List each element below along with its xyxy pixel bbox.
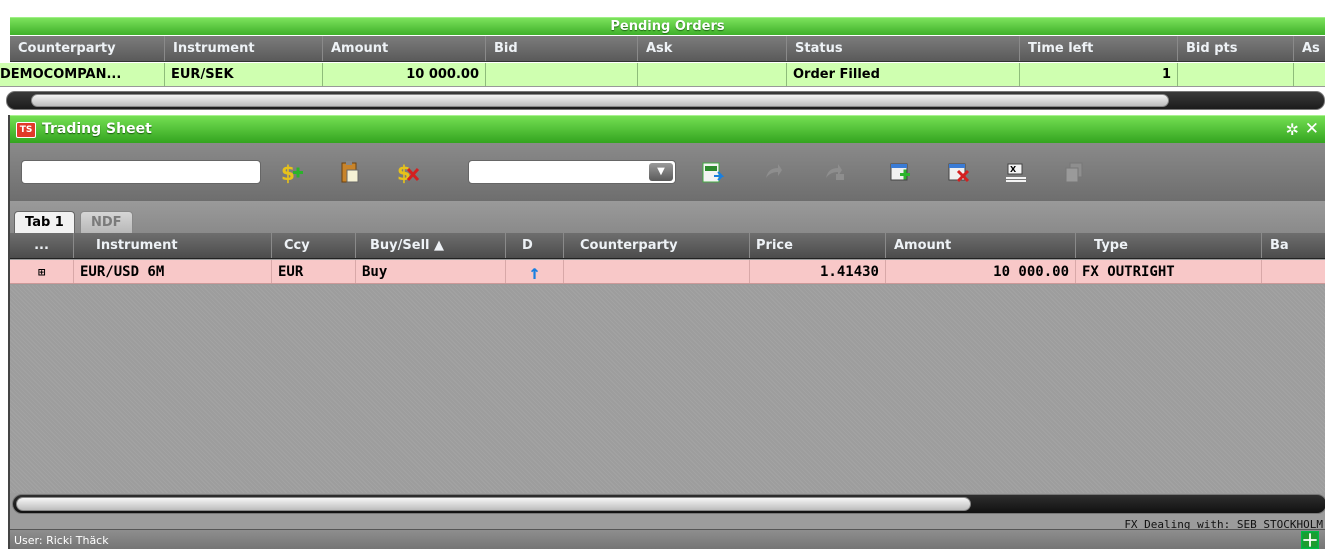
trade-row[interactable]: ⊞ EUR/USD 6M EUR Buy ↑ 1.41430 10 000.00… — [10, 260, 1325, 284]
cell-time-left: 1 — [1020, 63, 1178, 86]
col-counterparty[interactable]: Counterparty — [564, 233, 750, 258]
trading-sheet-body — [10, 285, 1325, 493]
copy-icon[interactable] — [1062, 160, 1086, 184]
col-instrument[interactable]: Instrument — [165, 36, 323, 61]
view-select[interactable]: ▼ — [468, 160, 676, 184]
col-amount[interactable]: Amount — [323, 36, 486, 61]
cell-bid — [486, 63, 638, 86]
col-ask-pts[interactable]: As — [1294, 36, 1325, 61]
svg-text:$: $ — [281, 161, 295, 184]
trading-sheet-header: ... Instrument Ccy Buy/Sell ▲ D Counterp… — [10, 233, 1325, 259]
up-arrow-icon: ↑ — [506, 260, 564, 283]
cell-counterparty — [564, 260, 750, 283]
trading-sheet-scrollbar[interactable] — [12, 494, 1325, 514]
cell-counterparty: DEMOCOMPAN... — [0, 63, 165, 86]
grid-icon[interactable] — [1301, 531, 1319, 549]
col-counterparty[interactable]: Counterparty — [10, 36, 165, 61]
svg-text:X: X — [1010, 165, 1017, 174]
toolbar: $ $ ▼ X — [10, 143, 1325, 201]
cell-ask-pts — [1294, 63, 1325, 86]
cell-ba — [1262, 260, 1325, 283]
col-direction[interactable]: D — [506, 233, 564, 258]
trading-sheet-logo: TS — [16, 122, 36, 138]
cell-price: 1.41430 — [750, 260, 886, 283]
cell-instrument: EUR/SEK — [165, 63, 323, 86]
cell-type: FX OUTRIGHT — [1076, 260, 1262, 283]
pending-orders-scrollbar[interactable] — [6, 91, 1325, 110]
add-row-icon[interactable] — [888, 160, 912, 184]
cell-instrument: EUR/USD 6M — [74, 260, 272, 283]
col-buy-sell[interactable]: Buy/Sell ▲ — [356, 233, 506, 258]
export-excel-icon[interactable] — [700, 160, 724, 184]
tab-tab-1[interactable]: Tab 1 — [14, 211, 75, 233]
col-bid-pts[interactable]: Bid pts — [1178, 36, 1294, 61]
trading-sheet-panel: TS Trading Sheet ✲ ✕ $ $ ▼ X Tab 1 NDF .… — [8, 115, 1325, 549]
pending-orders-panel: Pending Orders Counterparty Instrument A… — [0, 0, 1325, 112]
status-bar: User: Ricki Thäck — [10, 529, 1325, 549]
pending-order-row[interactable]: DEMOCOMPAN... EUR/SEK 10 000.00 Order Fi… — [0, 63, 1325, 87]
expand-row-icon[interactable]: ⊞ — [10, 260, 74, 283]
close-icon[interactable]: ✕ — [1305, 119, 1319, 139]
redo-icon[interactable] — [822, 160, 846, 184]
col-ba[interactable]: Ba — [1262, 233, 1325, 258]
cell-amount: 10 000.00 — [323, 63, 486, 86]
col-time-left[interactable]: Time left — [1020, 36, 1178, 61]
chevron-down-icon[interactable]: ▼ — [649, 163, 673, 181]
scrollbar-thumb[interactable] — [16, 497, 971, 511]
col-instrument[interactable]: Instrument — [74, 233, 272, 258]
col-ask[interactable]: Ask — [638, 36, 787, 61]
gear-icon[interactable]: ✲ — [1286, 120, 1299, 139]
tab-bar: Tab 1 NDF — [10, 201, 1325, 233]
col-type[interactable]: Type — [1076, 233, 1262, 258]
cell-status: Order Filled — [787, 63, 1020, 86]
settings-list-icon[interactable]: X — [1004, 160, 1028, 184]
pending-orders-header: Counterparty Instrument Amount Bid Ask S… — [10, 36, 1325, 62]
cell-buy-sell: Buy — [356, 260, 506, 283]
trading-sheet-titlebar: TS Trading Sheet ✲ ✕ — [10, 115, 1325, 143]
cell-ccy: EUR — [272, 260, 356, 283]
cell-amount: 10 000.00 — [886, 260, 1076, 283]
cell-bid-pts — [1178, 63, 1294, 86]
user-label: User: Ricki Thäck — [14, 534, 109, 547]
add-currency-icon[interactable]: $ — [280, 160, 304, 184]
delete-row-icon[interactable] — [946, 160, 970, 184]
col-menu[interactable]: ... — [10, 233, 74, 258]
col-amount[interactable]: Amount — [886, 233, 1076, 258]
col-bid[interactable]: Bid — [486, 36, 638, 61]
search-input[interactable] — [21, 160, 261, 184]
tab-ndf[interactable]: NDF — [80, 211, 133, 233]
pending-orders-title: Pending Orders — [10, 17, 1325, 35]
trading-sheet-title: Trading Sheet — [42, 121, 152, 137]
clipboard-icon[interactable] — [338, 160, 362, 184]
remove-currency-icon[interactable]: $ — [396, 160, 420, 184]
col-ccy[interactable]: Ccy — [272, 233, 356, 258]
col-price[interactable]: Price — [750, 233, 886, 258]
scrollbar-thumb[interactable] — [31, 94, 1169, 107]
col-status[interactable]: Status — [787, 36, 1020, 61]
undo-icon[interactable] — [760, 160, 784, 184]
cell-ask — [638, 63, 787, 86]
